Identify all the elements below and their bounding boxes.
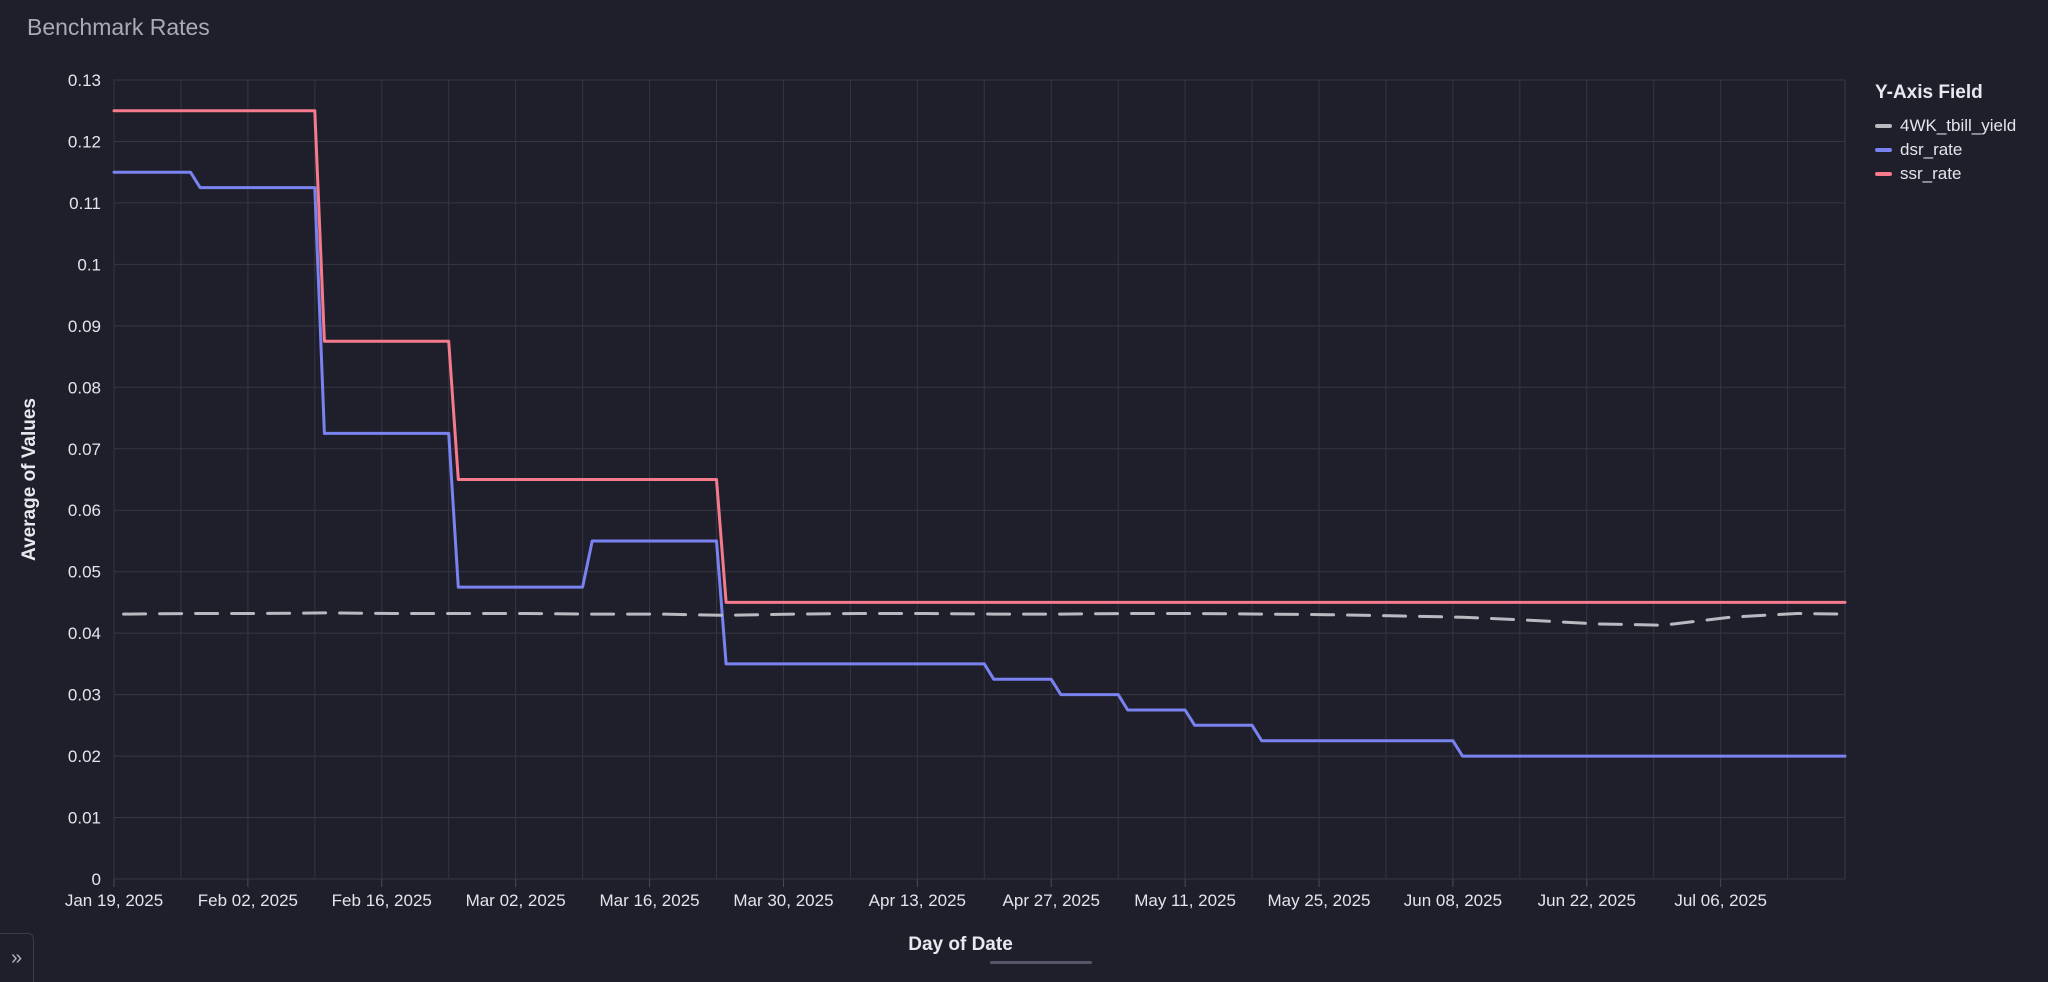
- legend-swatch: [1875, 148, 1892, 152]
- legend-title: Y-Axis Field: [1875, 82, 1983, 103]
- legend-swatch: [1875, 124, 1892, 128]
- x-tick-label: May 11, 2025: [1134, 891, 1236, 910]
- legend-item-label: dsr_rate: [1900, 140, 1963, 159]
- x-tick-label: Jan 19, 2025: [65, 891, 163, 910]
- legend-item-dsr-rate[interactable]: dsr_rate: [1875, 138, 2016, 162]
- x-tick-label: Apr 27, 2025: [1003, 891, 1100, 910]
- y-tick-label: 0.13: [68, 71, 101, 90]
- legend-swatch: [1875, 172, 1892, 176]
- legend-item-ssr-rate[interactable]: ssr_rate: [1875, 162, 2016, 186]
- series-line-dsr-rate: [112, 170, 1847, 758]
- y-tick-label: 0.05: [68, 563, 101, 582]
- x-tick-label: Mar 30, 2025: [733, 891, 833, 910]
- y-tick-label: 0.08: [68, 378, 101, 397]
- y-tick-label: 0.1: [77, 255, 101, 274]
- x-tick-label: Mar 02, 2025: [466, 891, 566, 910]
- expand-panel-button[interactable]: »: [0, 933, 34, 982]
- plot-frame: [113, 79, 1846, 880]
- legend-item-label: 4WK_tbill_yield: [1900, 116, 2017, 135]
- line-chart: 0 0.01 0.02 0.03 0.04 0.05 0.06 0.07 0.08 0.09 0.1…: [19, 71, 1847, 955]
- y-tick-label: 0.04: [68, 624, 101, 643]
- y-tick-label: 0.11: [69, 194, 101, 213]
- y-tick-label: 0.09: [68, 317, 101, 336]
- y-tick-label: 0.12: [68, 132, 101, 151]
- legend: Y-Axis Field 4WK_tbill_yield dsr_rate ss…: [1875, 82, 2016, 186]
- double-chevron-right-icon: »: [10, 946, 23, 969]
- x-tick-label: Apr 13, 2025: [869, 891, 966, 910]
- y-tick-label: 0.02: [68, 747, 101, 766]
- legend-item-label: ssr_rate: [1900, 164, 1962, 183]
- legend-item-4wk-tbill-yield[interactable]: 4WK_tbill_yield: [1875, 114, 2016, 138]
- x-tick-label: Feb 16, 2025: [332, 891, 432, 910]
- x-tick-label: Mar 16, 2025: [599, 891, 699, 910]
- x-axis-title: Day of Date: [908, 934, 1013, 955]
- x-tick-label: Jul 06, 2025: [1674, 891, 1767, 910]
- y-axis: 0 0.01 0.02 0.03 0.04 0.05 0.06 0.07 0.08 0.09 0.1…: [68, 71, 101, 889]
- y-tick-label: 0.01: [68, 809, 101, 828]
- y-tick-label: 0.06: [68, 501, 101, 520]
- x-tick-label: May 25, 2025: [1267, 891, 1370, 910]
- x-axis-title-underline: [990, 961, 1092, 964]
- x-tick-label: Feb 02, 2025: [198, 891, 298, 910]
- y-tick-label: 0: [92, 870, 101, 889]
- series-lines: [112, 109, 1847, 758]
- x-axis: Jan 19, 2025 Feb 02, 2025 Feb 16, 2025 Mar …: [65, 879, 1767, 910]
- y-tick-label: 0.07: [68, 440, 101, 459]
- x-tick-label: Jun 22, 2025: [1538, 891, 1636, 910]
- series-line-ssr-rate: [112, 109, 1847, 604]
- y-tick-label: 0.03: [68, 686, 101, 705]
- chart-grid: [113, 79, 1846, 880]
- x-tick-label: Jun 08, 2025: [1404, 891, 1502, 910]
- y-axis-title: Average of Values: [19, 398, 40, 561]
